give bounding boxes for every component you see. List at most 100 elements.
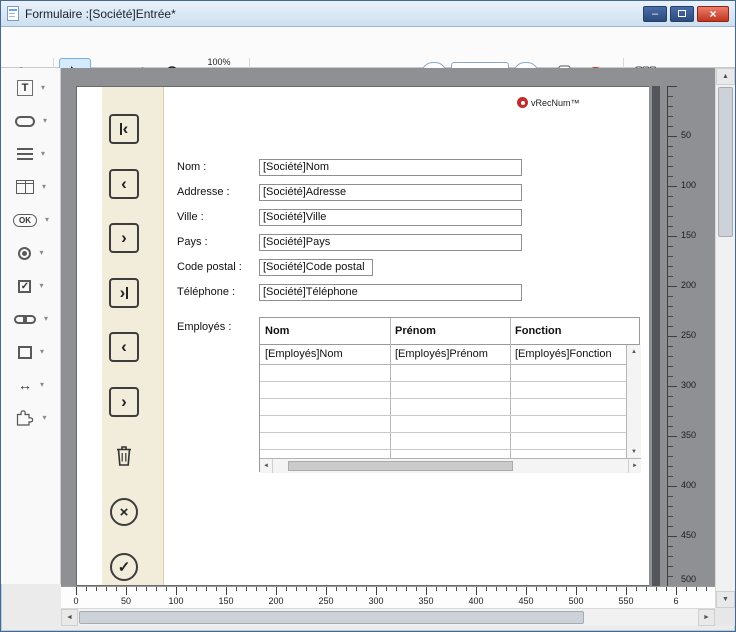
chevron-down-icon: ▾ [39, 282, 43, 290]
first-record-button[interactable]: ‹ [109, 114, 139, 144]
scroll-left-icon[interactable]: ◄ [260, 459, 273, 473]
list-box-icon [16, 180, 34, 194]
scroll-right-icon[interactable]: ► [698, 609, 715, 626]
title-bar[interactable]: Formulaire :[Société]Entrée* – × [1, 1, 735, 27]
cancel-icon: × [120, 504, 129, 521]
delete-record-button[interactable] [113, 443, 135, 469]
button-tool[interactable]: OK ▾ [1, 205, 61, 235]
radio-button-tool[interactable]: ▾ [1, 238, 61, 268]
scrollbar-thumb[interactable] [718, 87, 733, 237]
maximize-button[interactable] [670, 6, 694, 22]
chevron-down-icon: ▾ [45, 216, 49, 224]
field-input[interactable]: [Société]Nom [259, 159, 522, 176]
radio-icon [18, 247, 31, 260]
ok-button-icon: OK [13, 214, 37, 227]
field-tool[interactable]: ▾ [1, 106, 61, 136]
ruler-label: 200 [681, 280, 696, 290]
slider-tool[interactable]: ▾ [1, 304, 61, 334]
last-record-button[interactable]: › [109, 278, 139, 308]
column-header[interactable]: Fonction [510, 318, 639, 344]
ruler-label: 250 [318, 596, 333, 606]
scrollbar-thumb[interactable] [79, 611, 584, 624]
close-button[interactable]: × [697, 6, 729, 22]
table-grid-line [260, 415, 626, 416]
plugin-tool[interactable]: ▾ [1, 403, 61, 433]
app-window: Formulaire :[Société]Entrée* – × ▷ 100% [0, 0, 736, 632]
last-record-chevron: › [120, 284, 126, 301]
ruler-label: 450 [518, 596, 533, 606]
minimize-button[interactable]: – [643, 6, 667, 22]
rectangle-tool[interactable]: ▾ [1, 337, 61, 367]
first-record-chevron: ‹ [123, 120, 129, 137]
scroll-up-icon[interactable]: ▲ [716, 68, 735, 85]
column-header[interactable]: Prénom [390, 318, 510, 344]
ruler-label: 400 [468, 596, 483, 606]
scroll-down-icon[interactable]: ▼ [627, 445, 641, 458]
employees-label: Employés : [177, 319, 257, 336]
vertical-scrollbar[interactable]: ▲ ▼ [715, 68, 735, 608]
scroll-right-icon[interactable]: ► [628, 459, 641, 473]
table-grid-line [260, 364, 626, 365]
text-area-tool[interactable]: ▾ [1, 139, 61, 169]
next-page-icon: › [121, 393, 127, 410]
field-input[interactable]: [Société]Adresse [259, 184, 522, 201]
chevron-down-icon: ▾ [44, 315, 48, 323]
zoom-level-label: 100% [207, 57, 230, 67]
vertical-ruler-major-ticks [668, 86, 677, 586]
list-box-tool[interactable]: ▾ [1, 172, 61, 202]
previous-record-button[interactable]: ‹ [109, 169, 139, 199]
table-grid-line [260, 398, 626, 399]
ruler-label: 300 [368, 596, 383, 606]
page-boundary [652, 86, 660, 586]
field-input[interactable]: [Société]Téléphone [259, 284, 522, 301]
form-page[interactable]: ‹ ‹ › › ‹ › × ✓ vRecNum™ Nom : [Société]… [76, 86, 649, 586]
table-grid-line [260, 432, 626, 433]
table-cell[interactable]: [Employés]Prénom [390, 345, 509, 364]
next-page-nav-button[interactable]: › [109, 387, 139, 417]
field-label: Pays : [177, 234, 257, 251]
column-header[interactable]: Nom [260, 318, 390, 344]
validate-button[interactable]: ✓ [110, 553, 138, 581]
employees-table[interactable]: Nom Prénom Fonction [Employés]Nom [Emplo… [259, 317, 640, 472]
table-cell[interactable]: [Employés]Fonction [510, 345, 625, 364]
scroll-up-icon[interactable]: ▲ [627, 345, 641, 358]
table-cell[interactable]: [Employés]Nom [260, 345, 389, 364]
text-area-icon [17, 148, 33, 160]
chevron-down-icon: ▾ [41, 84, 45, 92]
field-input[interactable]: [Société]Pays [259, 234, 522, 251]
ruler-label: 300 [681, 380, 696, 390]
scrollbar-corner [715, 608, 735, 626]
previous-page-nav-button[interactable]: ‹ [109, 332, 139, 362]
ruler-label: 450 [681, 530, 696, 540]
field-input[interactable]: [Société]Code postal [259, 259, 373, 276]
trash-icon [114, 444, 134, 468]
next-record-button[interactable]: › [109, 223, 139, 253]
text-tool[interactable]: T▾ [1, 73, 61, 103]
ruler-label: 0 [73, 596, 78, 606]
table-vertical-scrollbar[interactable]: ▲ ▼ [626, 345, 641, 458]
ruler-label: 550 [618, 596, 633, 606]
record-icon [517, 97, 528, 108]
cancel-button[interactable]: × [110, 498, 138, 526]
recnum-label: vRecNum™ [531, 98, 580, 108]
next-record-icon: › [121, 229, 127, 246]
text-tool-icon: T [17, 80, 33, 96]
field-label: Addresse : [177, 184, 257, 201]
splitter-tool[interactable]: ↔▾ [1, 370, 61, 400]
ruler-label: 250 [681, 330, 696, 340]
rectangle-icon [18, 346, 32, 359]
table-grid-line [260, 381, 626, 382]
table-horizontal-scrollbar[interactable]: ◄ ► [260, 458, 641, 473]
scrollbar-thumb[interactable] [288, 461, 513, 471]
horizontal-scrollbar[interactable]: ◄ ► [61, 608, 715, 626]
scroll-down-icon[interactable]: ▼ [716, 591, 735, 608]
window-title: Formulaire :[Société]Entrée* [25, 7, 176, 21]
recnum-variable[interactable]: vRecNum™ [517, 97, 580, 108]
checkbox-tool[interactable]: ✓▾ [1, 271, 61, 301]
scroll-left-icon[interactable]: ◄ [61, 609, 78, 626]
field-input[interactable]: [Société]Ville [259, 209, 522, 226]
chevron-down-icon: ▾ [42, 414, 46, 422]
table-grid-line [260, 449, 626, 450]
splitter-icon: ↔ [18, 378, 32, 392]
design-canvas[interactable]: ‹ ‹ › › ‹ › × ✓ vRecNum™ Nom : [Société]… [61, 68, 715, 586]
